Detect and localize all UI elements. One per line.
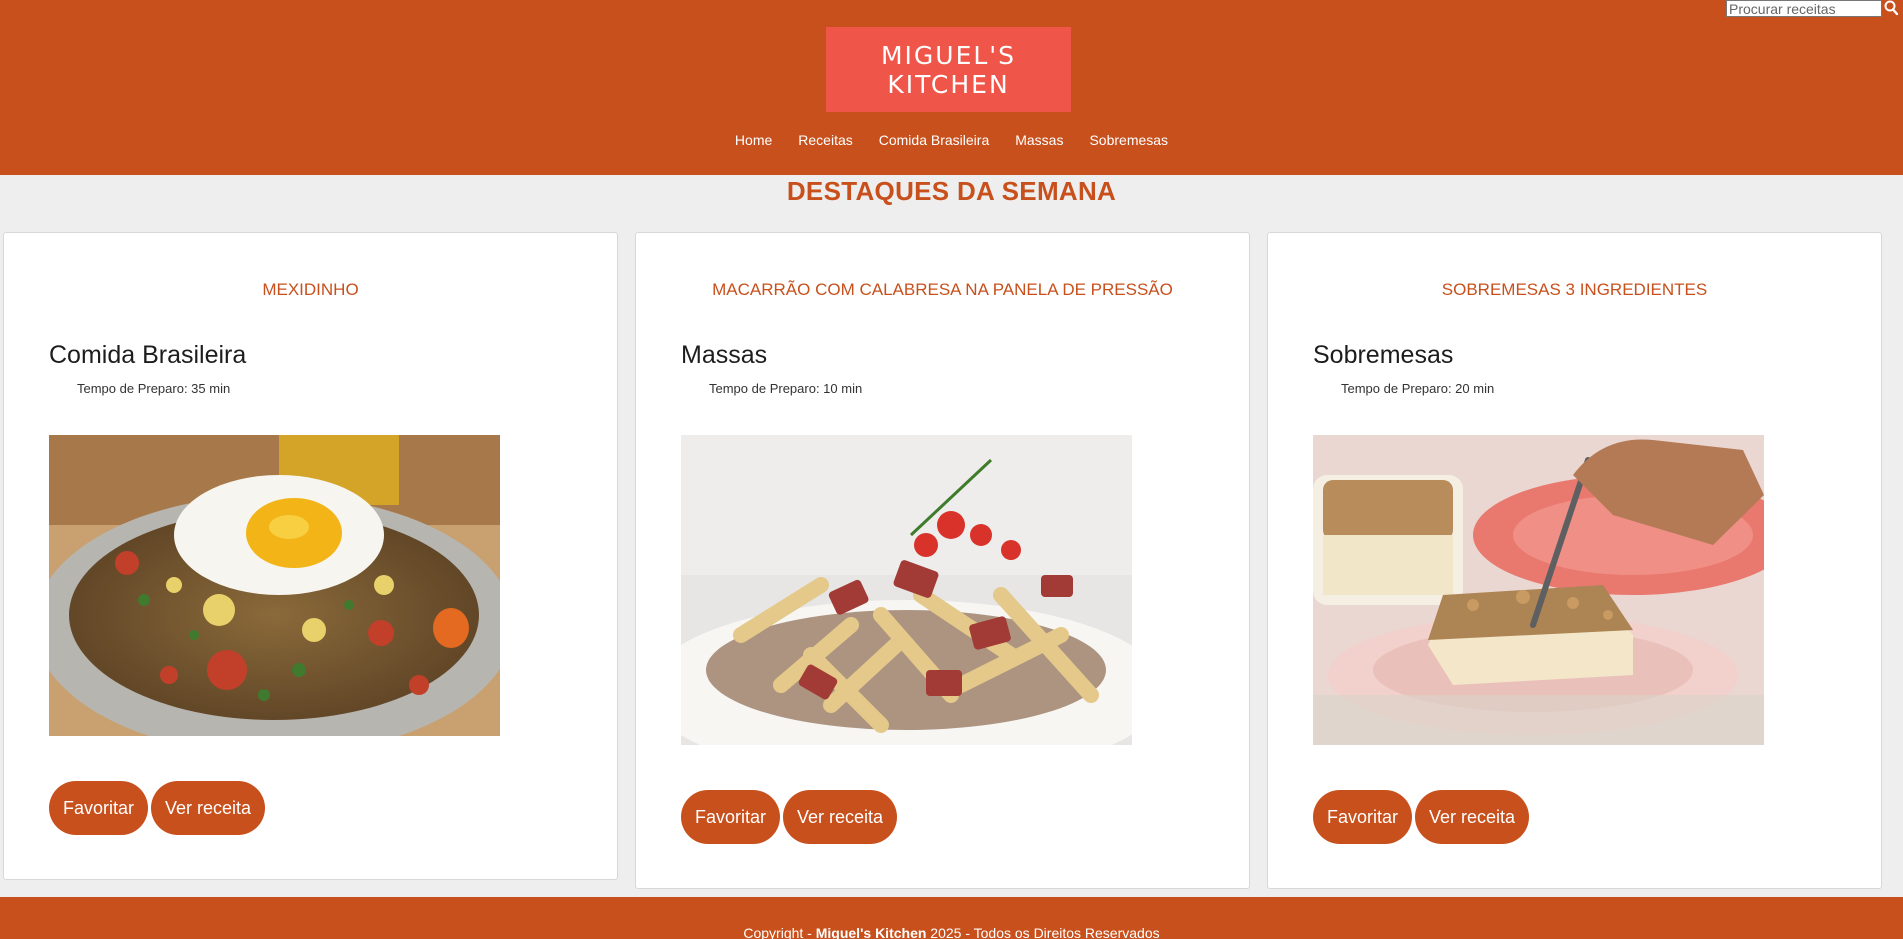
recipe-title[interactable]: MEXIDINHO — [4, 280, 617, 300]
card-actions: Favoritar Ver receita — [49, 781, 266, 835]
recipe-card: MACARRÃO COM CALABRESA NA PANELA DE PRES… — [635, 232, 1250, 889]
view-recipe-button[interactable]: Ver receita — [1415, 790, 1530, 844]
view-recipe-button[interactable]: Ver receita — [151, 781, 266, 835]
logo-line-1: MIGUEL'S — [880, 40, 1017, 70]
recipe-card: MEXIDINHO Comida Brasileira Tempo de Pre… — [3, 232, 618, 880]
card-actions: Favoritar Ver receita — [1313, 790, 1530, 844]
favorite-button[interactable]: Favoritar — [49, 781, 149, 835]
logo-line-2: KITCHEN — [887, 69, 1010, 99]
site-footer: Copyright - Miguel's Kitchen 2025 - Todo… — [0, 897, 1903, 939]
nav-sobremesas[interactable]: Sobremesas — [1089, 132, 1168, 148]
nav-comida-brasileira[interactable]: Comida Brasileira — [879, 132, 989, 148]
recipe-category: Comida Brasileira — [49, 341, 247, 369]
recipe-photo[interactable] — [49, 435, 500, 736]
prep-time: Tempo de Preparo: 10 min — [709, 381, 863, 396]
nav-receitas[interactable]: Receitas — [798, 132, 852, 148]
search-icon[interactable] — [1882, 0, 1900, 17]
nav-home[interactable]: Home — [735, 132, 772, 148]
recipe-card: SOBREMESAS 3 INGREDIENTES Sobremesas Tem… — [1267, 232, 1882, 889]
footer-suffix: 2025 - Todos os Direitos Reservados — [926, 925, 1160, 939]
footer-prefix: Copyright - — [743, 925, 816, 939]
site-header: MIGUEL'S KITCHEN Home Receitas Comida Br… — [0, 0, 1903, 175]
prep-time: Tempo de Preparo: 35 min — [77, 381, 231, 396]
favorite-button[interactable]: Favoritar — [681, 790, 781, 844]
search-bar — [1726, 0, 1900, 17]
site-logo[interactable]: MIGUEL'S KITCHEN — [826, 27, 1071, 112]
recipe-category: Sobremesas — [1313, 341, 1454, 369]
recipe-category: Massas — [681, 341, 768, 369]
recipe-photo[interactable] — [1313, 435, 1764, 745]
nav-massas[interactable]: Massas — [1015, 132, 1063, 148]
recipe-title[interactable]: SOBREMESAS 3 INGREDIENTES — [1268, 280, 1881, 300]
recipe-title[interactable]: MACARRÃO COM CALABRESA NA PANELA DE PRES… — [636, 280, 1249, 300]
card-actions: Favoritar Ver receita — [681, 790, 898, 844]
recipe-photo[interactable] — [681, 435, 1132, 745]
main-nav: Home Receitas Comida Brasileira Massas S… — [0, 132, 1903, 148]
view-recipe-button[interactable]: Ver receita — [783, 790, 898, 844]
favorite-button[interactable]: Favoritar — [1313, 790, 1413, 844]
search-input[interactable] — [1726, 0, 1882, 17]
prep-time: Tempo de Preparo: 20 min — [1341, 381, 1495, 396]
section-title: DESTAQUES DA SEMANA — [786, 176, 1117, 206]
footer-brand: Miguel's Kitchen — [815, 925, 927, 939]
